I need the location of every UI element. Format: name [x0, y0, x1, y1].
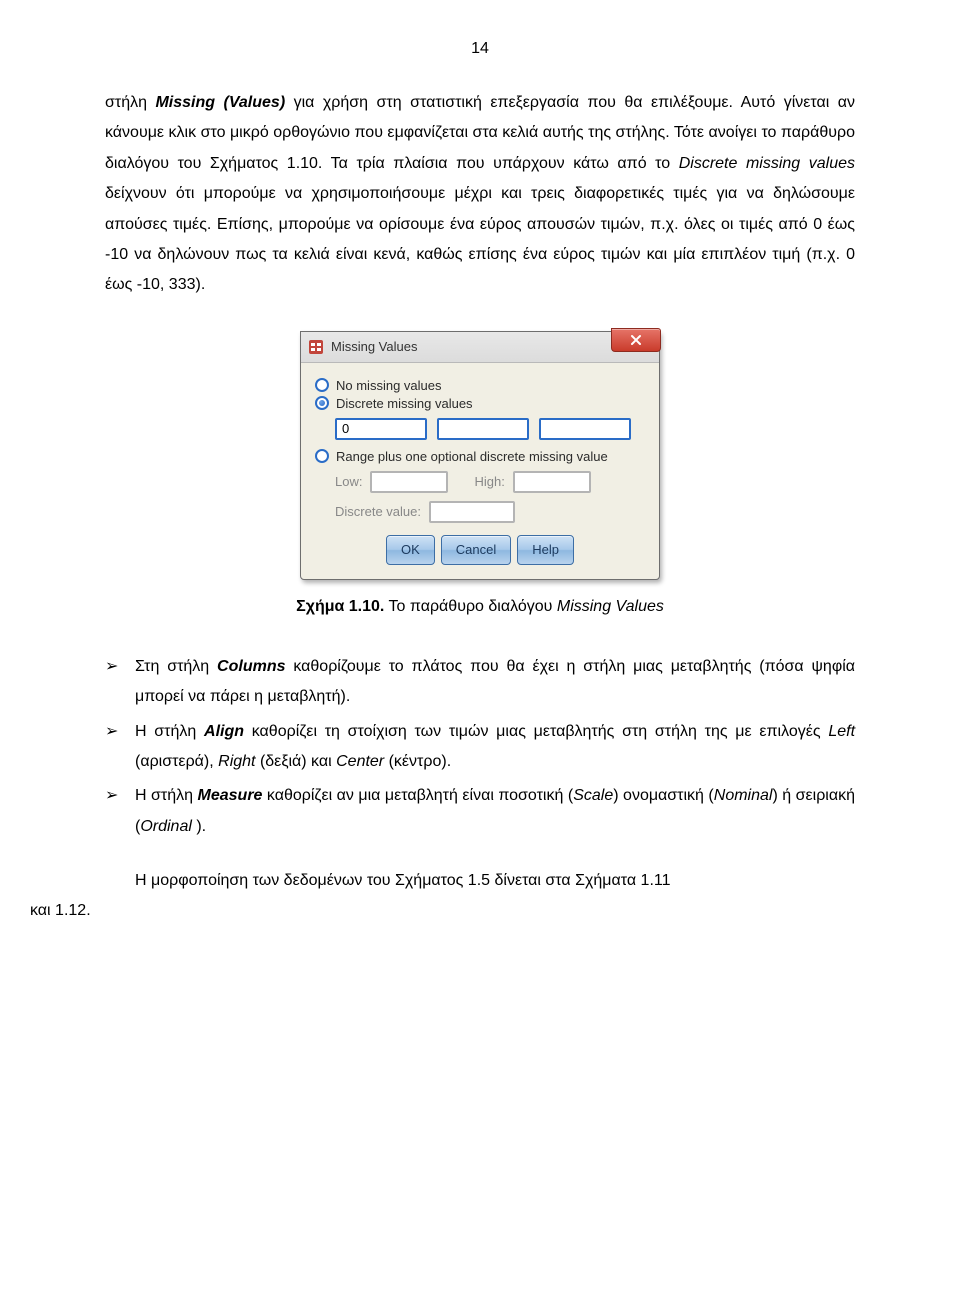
text: ) ονομαστική ( — [613, 787, 714, 804]
bullet-icon: ➢ — [105, 717, 123, 778]
discrete-value-input[interactable] — [429, 501, 515, 523]
label-measure: Measure — [198, 787, 263, 804]
text: Η στήλη — [135, 787, 198, 804]
bullet-icon: ➢ — [105, 781, 123, 842]
label-center: Center — [336, 753, 384, 770]
text: και 1.12. — [30, 896, 855, 926]
text: ). — [192, 818, 206, 835]
low-label: Low: — [335, 474, 362, 489]
missing-values-dialog: Missing Values No missing values Discret… — [300, 331, 660, 580]
text: (κέντρο). — [384, 753, 451, 770]
help-button[interactable]: Help — [517, 535, 574, 565]
close-button[interactable] — [611, 328, 661, 352]
radio-label: No missing values — [336, 378, 442, 393]
discrete-value-2-input[interactable] — [437, 418, 529, 440]
bullet-align: ➢ Η στήλη Align καθορίζει τη στοίχιση τω… — [105, 717, 855, 778]
radio-icon — [315, 378, 329, 392]
low-input[interactable] — [370, 471, 448, 493]
label-missing: Missing (Values) — [155, 94, 285, 111]
radio-icon — [315, 449, 329, 463]
text: καθορίζει αν μια μεταβλητή είναι ποσοτικ… — [262, 787, 573, 804]
text: Στη στήλη — [135, 658, 217, 675]
label-left: Left — [828, 723, 855, 740]
label-nominal: Nominal — [714, 787, 773, 804]
text: στήλη — [105, 94, 155, 111]
discrete-value-label: Discrete value: — [335, 504, 421, 519]
paragraph-missing-values: στήλη Missing (Values) για χρήση στη στα… — [105, 88, 855, 301]
caption-number: Σχήμα 1.10. — [296, 598, 384, 615]
dialog-titlebar: Missing Values — [301, 332, 659, 363]
caption-italic: Missing Values — [557, 598, 664, 615]
figure-caption: Σχήμα 1.10. Το παράθυρο διαλόγου Missing… — [105, 598, 855, 616]
app-icon — [307, 338, 325, 356]
label-scale: Scale — [573, 787, 613, 804]
radio-icon — [315, 396, 329, 410]
cancel-button[interactable]: Cancel — [441, 535, 511, 565]
bullet-icon: ➢ — [105, 652, 123, 713]
text: δείχνουν ότι μπορούμε να χρησιμοποιήσουμ… — [105, 185, 855, 293]
text: Η μορφοποίηση των δεδομένων του Σχήματος… — [135, 866, 855, 896]
label-ordinal: Ordinal — [140, 818, 192, 835]
dialog-title: Missing Values — [331, 339, 417, 354]
radio-label: Discrete missing values — [336, 396, 473, 411]
final-paragraph: Η μορφοποίηση των δεδομένων του Σχήματος… — [105, 866, 855, 927]
high-input[interactable] — [513, 471, 591, 493]
radio-range[interactable]: Range plus one optional discrete missing… — [315, 449, 645, 464]
radio-label: Range plus one optional discrete missing… — [336, 449, 608, 464]
label-right: Right — [218, 753, 255, 770]
radio-no-missing[interactable]: No missing values — [315, 378, 645, 393]
bullet-measure: ➢ Η στήλη Measure καθορίζει αν μια μεταβ… — [105, 781, 855, 842]
text: (δεξιά) και — [256, 753, 337, 770]
text: Η στήλη — [135, 723, 204, 740]
label-discrete: Discrete missing values — [679, 155, 855, 172]
caption-text: Το παράθυρο διαλόγου — [384, 598, 556, 615]
text: καθορίζει τη στοίχιση των τιμών μιας μετ… — [244, 723, 828, 740]
text: (αριστερά), — [135, 753, 218, 770]
close-icon — [630, 334, 642, 346]
discrete-value-3-input[interactable] — [539, 418, 631, 440]
label-columns: Columns — [217, 658, 285, 675]
radio-discrete-missing[interactable]: Discrete missing values — [315, 396, 645, 411]
discrete-value-1-input[interactable] — [335, 418, 427, 440]
bullet-columns: ➢ Στη στήλη Columns καθορίζουμε το πλάτο… — [105, 652, 855, 713]
label-align: Align — [204, 723, 244, 740]
page-number: 14 — [105, 40, 855, 58]
high-label: High: — [474, 474, 504, 489]
ok-button[interactable]: OK — [386, 535, 435, 565]
